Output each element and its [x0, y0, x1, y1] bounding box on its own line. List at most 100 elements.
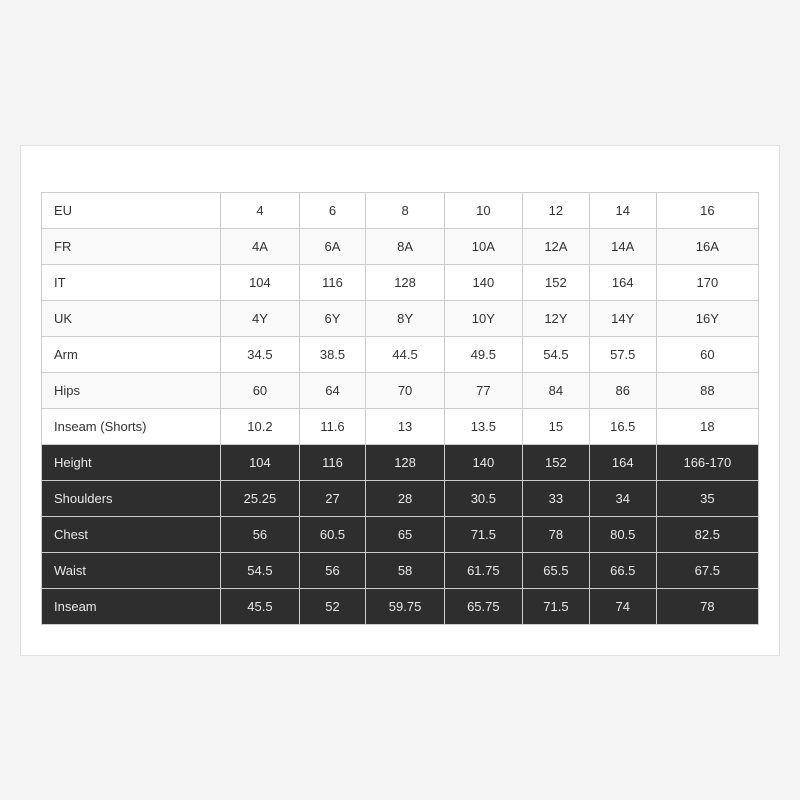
cell-0-0: 4A: [221, 228, 299, 264]
cell-1-2: 128: [366, 264, 444, 300]
table-row: Shoulders25.25272830.5333435: [42, 480, 759, 516]
cell-3-1: 38.5: [299, 336, 366, 372]
row-label-5: Inseam (Shorts): [42, 408, 221, 444]
cell-8-2: 65: [366, 516, 444, 552]
cell-10-5: 74: [589, 588, 656, 624]
cell-4-6: 88: [656, 372, 758, 408]
cell-0-1: 6A: [299, 228, 366, 264]
row-label-1: IT: [42, 264, 221, 300]
cell-0-6: 16A: [656, 228, 758, 264]
row-label-8: Chest: [42, 516, 221, 552]
table-row: IT104116128140152164170: [42, 264, 759, 300]
row-label-6: Height: [42, 444, 221, 480]
row-label-0: FR: [42, 228, 221, 264]
table-row: Inseam (Shorts)10.211.61313.51516.518: [42, 408, 759, 444]
table-row: Waist54.5565861.7565.566.567.5: [42, 552, 759, 588]
cell-7-6: 35: [656, 480, 758, 516]
cell-2-1: 6Y: [299, 300, 366, 336]
cell-6-0: 104: [221, 444, 299, 480]
col-header-label: EU: [42, 192, 221, 228]
cell-6-3: 140: [444, 444, 522, 480]
cell-1-5: 164: [589, 264, 656, 300]
cell-0-5: 14A: [589, 228, 656, 264]
cell-8-6: 82.5: [656, 516, 758, 552]
cell-7-5: 34: [589, 480, 656, 516]
cell-0-3: 10A: [444, 228, 522, 264]
col-header-10: 10: [444, 192, 522, 228]
col-header-6: 6: [299, 192, 366, 228]
cell-1-3: 140: [444, 264, 522, 300]
cell-4-5: 86: [589, 372, 656, 408]
cell-3-5: 57.5: [589, 336, 656, 372]
cell-7-2: 28: [366, 480, 444, 516]
cell-6-4: 152: [522, 444, 589, 480]
cell-5-5: 16.5: [589, 408, 656, 444]
cell-4-3: 77: [444, 372, 522, 408]
row-label-9: Waist: [42, 552, 221, 588]
cell-1-6: 170: [656, 264, 758, 300]
cell-2-2: 8Y: [366, 300, 444, 336]
cell-9-0: 54.5: [221, 552, 299, 588]
cell-10-6: 78: [656, 588, 758, 624]
row-label-10: Inseam: [42, 588, 221, 624]
row-label-4: Hips: [42, 372, 221, 408]
cell-10-0: 45.5: [221, 588, 299, 624]
cell-5-6: 18: [656, 408, 758, 444]
row-label-3: Arm: [42, 336, 221, 372]
cell-9-4: 65.5: [522, 552, 589, 588]
col-header-12: 12: [522, 192, 589, 228]
cell-7-4: 33: [522, 480, 589, 516]
cell-8-3: 71.5: [444, 516, 522, 552]
size-table: EU46810121416 FR4A6A8A10A12A14A16AIT1041…: [41, 192, 759, 625]
cell-8-4: 78: [522, 516, 589, 552]
cell-7-0: 25.25: [221, 480, 299, 516]
cell-9-2: 58: [366, 552, 444, 588]
cell-9-1: 56: [299, 552, 366, 588]
cell-6-1: 116: [299, 444, 366, 480]
cell-8-0: 56: [221, 516, 299, 552]
cell-3-2: 44.5: [366, 336, 444, 372]
cell-5-2: 13: [366, 408, 444, 444]
table-row: Inseam45.55259.7565.7571.57478: [42, 588, 759, 624]
cell-4-0: 60: [221, 372, 299, 408]
cell-4-2: 70: [366, 372, 444, 408]
cell-1-1: 116: [299, 264, 366, 300]
page-wrapper: EU46810121416 FR4A6A8A10A12A14A16AIT1041…: [20, 145, 780, 656]
cell-6-2: 128: [366, 444, 444, 480]
cell-5-3: 13.5: [444, 408, 522, 444]
cell-8-1: 60.5: [299, 516, 366, 552]
cell-2-4: 12Y: [522, 300, 589, 336]
cell-4-1: 64: [299, 372, 366, 408]
cell-3-6: 60: [656, 336, 758, 372]
row-label-7: Shoulders: [42, 480, 221, 516]
cell-4-4: 84: [522, 372, 589, 408]
cell-1-0: 104: [221, 264, 299, 300]
table-body: FR4A6A8A10A12A14A16AIT104116128140152164…: [42, 228, 759, 624]
col-header-16: 16: [656, 192, 758, 228]
cell-10-4: 71.5: [522, 588, 589, 624]
table-row: FR4A6A8A10A12A14A16A: [42, 228, 759, 264]
cell-8-5: 80.5: [589, 516, 656, 552]
cell-2-5: 14Y: [589, 300, 656, 336]
cell-7-1: 27: [299, 480, 366, 516]
table-header-row: EU46810121416: [42, 192, 759, 228]
cell-10-2: 59.75: [366, 588, 444, 624]
cell-2-6: 16Y: [656, 300, 758, 336]
cell-1-4: 152: [522, 264, 589, 300]
cell-10-1: 52: [299, 588, 366, 624]
row-label-2: UK: [42, 300, 221, 336]
cell-9-3: 61.75: [444, 552, 522, 588]
table-row: Chest5660.56571.57880.582.5: [42, 516, 759, 552]
cell-6-5: 164: [589, 444, 656, 480]
cell-2-0: 4Y: [221, 300, 299, 336]
cell-9-6: 67.5: [656, 552, 758, 588]
table-row: Hips60647077848688: [42, 372, 759, 408]
cell-5-0: 10.2: [221, 408, 299, 444]
cell-9-5: 66.5: [589, 552, 656, 588]
table-row: Arm34.538.544.549.554.557.560: [42, 336, 759, 372]
cell-6-6: 166-170: [656, 444, 758, 480]
cell-3-0: 34.5: [221, 336, 299, 372]
cell-3-4: 54.5: [522, 336, 589, 372]
cell-10-3: 65.75: [444, 588, 522, 624]
table-row: UK4Y6Y8Y10Y12Y14Y16Y: [42, 300, 759, 336]
